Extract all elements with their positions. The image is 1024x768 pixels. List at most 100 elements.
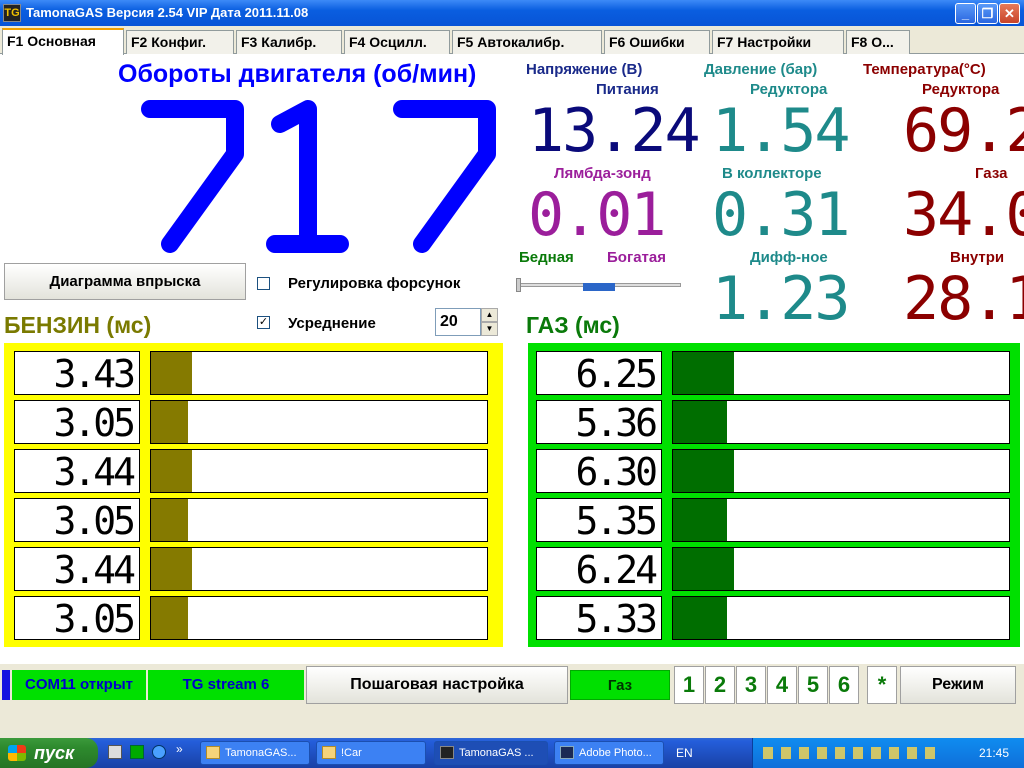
averaging-input[interactable]: 20 <box>435 308 481 336</box>
connection-indicator <box>2 670 10 700</box>
gas-injector-panel: 6.25 5.36 6.30 5.35 6.24 5.33 <box>528 343 1020 647</box>
tab-oscilloscope[interactable]: F4 Осцилл. <box>344 30 450 54</box>
tab-config[interactable]: F2 Конфиг. <box>126 30 234 54</box>
minimize-button[interactable]: _ <box>955 3 976 24</box>
cylinder-2-button[interactable]: 2 <box>705 666 735 704</box>
save-icon[interactable] <box>108 745 122 759</box>
taskbar-item-tamonagas-app[interactable]: TamonaGAS ... <box>434 741 548 765</box>
inside-temp-value: 28.1 <box>903 264 1024 334</box>
language-indicator[interactable]: EN <box>676 746 693 760</box>
injection-diagram-button[interactable]: Диаграмма впрыска <box>4 263 246 300</box>
taskbar-item-tamonagas-folder[interactable]: TamonaGAS... <box>200 741 310 765</box>
petrol-label: БЕНЗИН (мс) <box>4 312 152 338</box>
cylinder-5-button[interactable]: 5 <box>798 666 828 704</box>
title-bar: TG TamonaGAS Версия 2.54 VIP Дата 2011.1… <box>0 0 1024 26</box>
folder-icon <box>322 746 336 759</box>
start-button[interactable]: пуск <box>0 738 98 768</box>
averaging-checkbox[interactable]: ✓ <box>257 316 270 329</box>
step-setup-button[interactable]: Пошаговая настройка <box>306 666 568 704</box>
gas-injector-3-bar <box>672 449 1010 493</box>
cylinder-6-button[interactable]: 6 <box>829 666 859 704</box>
maximize-button[interactable]: ❐ <box>977 3 998 24</box>
tab-autocalibration[interactable]: F5 Автокалибр. <box>452 30 602 54</box>
lambda-slider[interactable] <box>516 276 681 296</box>
petrol-injector-4-fill <box>151 499 188 541</box>
petrol-injector-1-bar <box>150 351 488 395</box>
window-title: TamonaGAS Версия 2.54 VIP Дата 2011.11.0… <box>26 5 309 20</box>
tab-settings[interactable]: F7 Настройки <box>712 30 844 54</box>
petrol-injector-6-bar <box>150 596 488 640</box>
gas-injector-5-fill <box>673 548 734 590</box>
averaging-down-button[interactable]: ▼ <box>481 322 498 336</box>
reducer-temp-value: 69.2 <box>903 96 1024 166</box>
gas-injector-4-bar <box>672 498 1010 542</box>
petrol-injector-2-bar <box>150 400 488 444</box>
gas-injector-4-fill <box>673 499 727 541</box>
tab-errors[interactable]: F6 Ошибки <box>604 30 710 54</box>
gas-injector-5-bar <box>672 547 1010 591</box>
gas-injector-1-bar <box>672 351 1010 395</box>
gas-injector-3-value: 6.30 <box>536 449 662 494</box>
taskbar-item-photoshop[interactable]: Adobe Photo... <box>554 741 664 765</box>
lambda-slider-indicator <box>583 283 615 291</box>
reducer-pressure-value: 1.54 <box>712 96 850 166</box>
tray-icons[interactable] <box>763 747 943 759</box>
rich-label: Богатая <box>607 249 666 266</box>
browser-icon[interactable] <box>152 745 166 759</box>
tab-bar: F1 Основная F2 Конфиг. F3 Калибр. F4 Осц… <box>0 26 1024 55</box>
quick-launch: » <box>106 742 186 761</box>
clock: 21:45 <box>979 746 1010 760</box>
photoshop-icon <box>560 746 574 759</box>
gas-injector-4-value: 5.35 <box>536 498 662 543</box>
gas-injector-5-value: 6.24 <box>536 547 662 592</box>
lean-label: Бедная <box>519 249 574 266</box>
taskbar-item-label: TamonaGAS... <box>225 747 297 759</box>
taskbar-item-label: Adobe Photo... <box>579 747 652 759</box>
close-button[interactable]: ✕ <box>999 3 1020 24</box>
fuel-mode-status: Газ <box>570 670 670 700</box>
petrol-injector-2-fill <box>151 401 188 443</box>
petrol-injector-5-fill <box>151 548 192 590</box>
gas-label: ГАЗ (мс) <box>526 312 620 338</box>
tab-main[interactable]: F1 Основная <box>2 28 124 55</box>
diff-pressure-value: 1.23 <box>712 264 850 334</box>
gas-injector-6-fill <box>673 597 727 639</box>
tab-calibration[interactable]: F3 Калибр. <box>236 30 342 54</box>
lambda-slider-handle[interactable] <box>516 278 521 292</box>
taskbar-item-label: TamonaGAS ... <box>459 747 534 759</box>
injector-adjust-checkbox[interactable] <box>257 277 270 290</box>
voltage-header: Напряжение (В) <box>526 61 643 78</box>
gas-injector-1-fill <box>673 352 734 394</box>
all-cylinders-button[interactable]: * <box>867 666 897 704</box>
petrol-injector-3-bar <box>150 449 488 493</box>
stream-status: TG stream 6 <box>148 670 304 700</box>
gas-injector-6-value: 5.33 <box>536 596 662 641</box>
taskbar-item-car-folder[interactable]: !Car <box>316 741 426 765</box>
tab-about[interactable]: F8 О... <box>846 30 910 54</box>
petrol-injector-3-fill <box>151 450 192 492</box>
folder-icon <box>206 746 220 759</box>
petrol-injector-1-fill <box>151 352 192 394</box>
mode-button[interactable]: Режим <box>900 666 1016 704</box>
supply-voltage-value: 13.24 <box>528 96 701 166</box>
petrol-injector-4-value: 3.05 <box>14 498 140 543</box>
more-icon[interactable]: » <box>176 742 183 756</box>
petrol-injector-3-value: 3.44 <box>14 449 140 494</box>
lambda-value: 0.01 <box>528 180 666 250</box>
averaging-up-button[interactable]: ▲ <box>481 308 498 322</box>
calc-icon[interactable] <box>130 745 144 759</box>
cylinder-1-button[interactable]: 1 <box>674 666 704 704</box>
rpm-label: Обороты двигателя (об/мин) <box>118 60 477 88</box>
rpm-digit-2 <box>266 100 349 253</box>
temperature-header: Температура(°С) <box>863 61 986 78</box>
gas-injector-2-bar <box>672 400 1010 444</box>
start-label: пуск <box>34 743 75 763</box>
injector-adjust-label: Регулировка форсунок <box>288 275 461 292</box>
petrol-injector-panel: 3.43 3.05 3.44 3.05 3.44 3.05 <box>4 343 503 647</box>
gas-injector-1-value: 6.25 <box>536 351 662 396</box>
cylinder-3-button[interactable]: 3 <box>736 666 766 704</box>
app-icon: TG <box>3 4 21 22</box>
gas-injector-2-value: 5.36 <box>536 400 662 445</box>
rpm-digits <box>141 100 496 253</box>
cylinder-4-button[interactable]: 4 <box>767 666 797 704</box>
